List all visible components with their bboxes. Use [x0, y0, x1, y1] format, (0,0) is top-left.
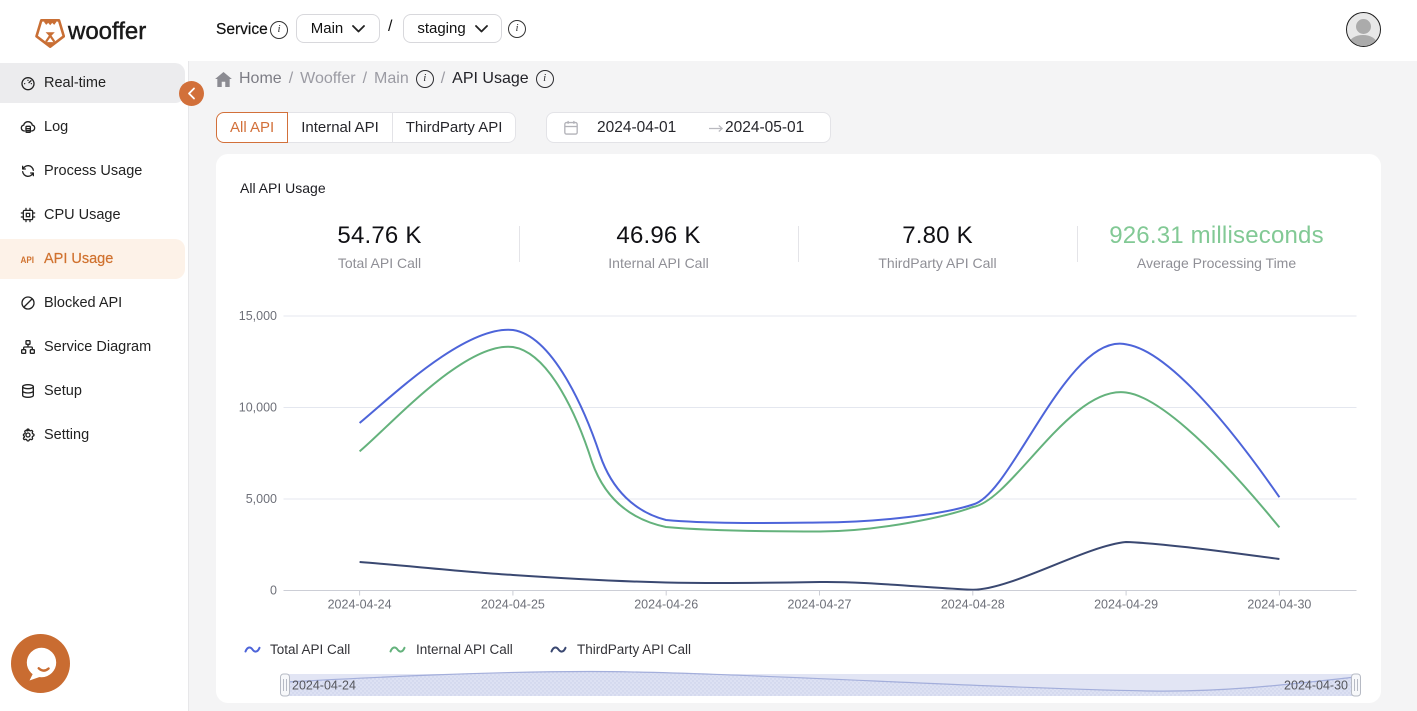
svg-text:10,000: 10,000	[239, 401, 277, 415]
svg-text:Internal API Call: Internal API Call	[416, 642, 513, 657]
svg-text:15,000: 15,000	[239, 309, 277, 323]
svg-text:2024-04-30: 2024-04-30	[1284, 679, 1348, 693]
svg-text:2024-04-28: 2024-04-28	[941, 598, 1005, 612]
svg-text:5,000: 5,000	[246, 492, 277, 506]
svg-text:2024-04-24: 2024-04-24	[328, 598, 392, 612]
svg-text:2024-04-27: 2024-04-27	[788, 598, 852, 612]
svg-text:0: 0	[270, 584, 277, 598]
svg-text:2024-04-26: 2024-04-26	[634, 598, 698, 612]
svg-text:2024-04-30: 2024-04-30	[1247, 598, 1311, 612]
svg-text:2024-04-24: 2024-04-24	[292, 679, 356, 693]
svg-text:2024-04-29: 2024-04-29	[1094, 598, 1158, 612]
svg-text:API: API	[21, 255, 35, 266]
svg-text:Total API Call: Total API Call	[270, 642, 350, 657]
svg-text:ThirdParty API Call: ThirdParty API Call	[577, 642, 691, 657]
svg-text:2024-04-25: 2024-04-25	[481, 598, 545, 612]
